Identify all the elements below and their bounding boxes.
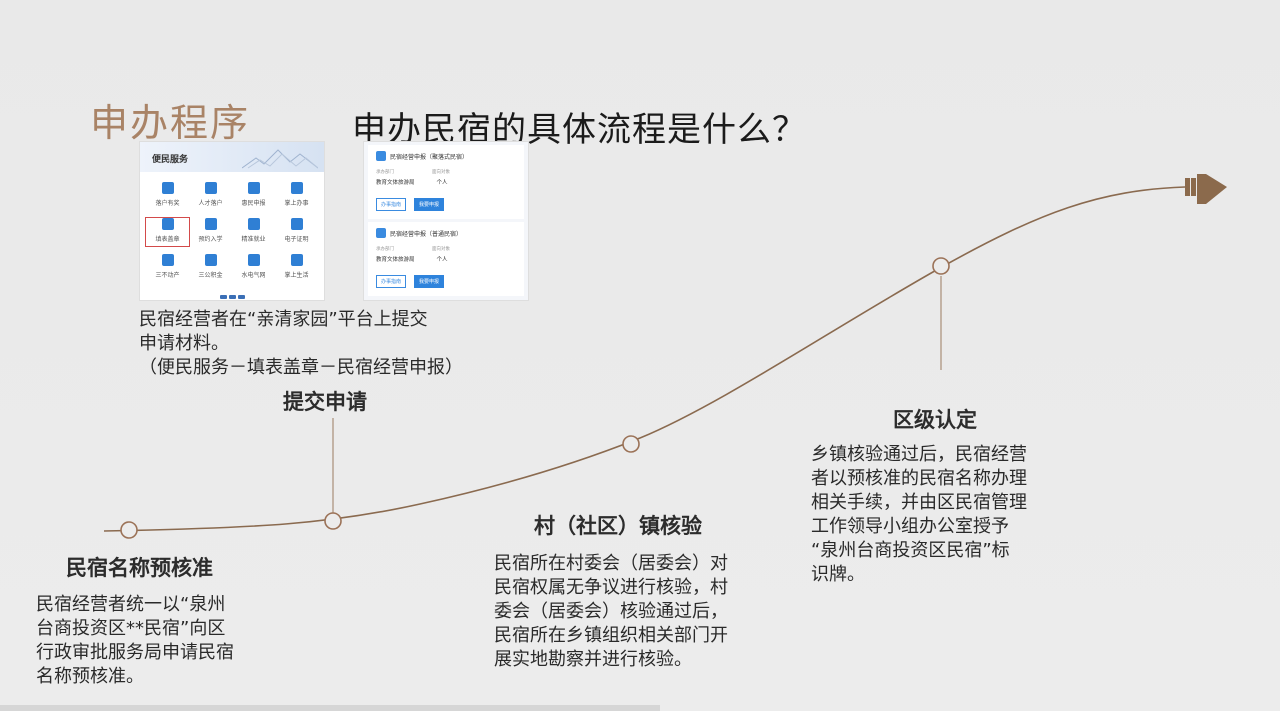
milestone-dot-2 xyxy=(324,512,342,530)
cup-icon xyxy=(290,254,303,266)
service-item[interactable]: 人才落户 xyxy=(189,182,232,210)
step-village-desc: 民宿所在村委会（居委会）对 民宿权属无争议进行核验，村 委会（居委会）核验通过后… xyxy=(494,553,728,670)
section-tag: 申办程序 xyxy=(90,101,251,145)
service-item[interactable]: 惠民申报 xyxy=(232,182,275,210)
service-panel-header: 便民服务 xyxy=(140,142,324,172)
declare-panel-screenshot: 民宿经营申报（聚落式民宿） 承办部门 面向对象 教育文体旅游局 个人 办事指南 我要… xyxy=(363,141,529,301)
utility-icon xyxy=(247,254,260,266)
pagination-dots[interactable] xyxy=(140,284,324,303)
badge-icon xyxy=(247,182,260,194)
form-icon xyxy=(376,228,386,238)
fund-icon xyxy=(204,254,217,266)
declare-card: 民宿经营申报（普通民宿） 承办部门 面向对象 教育文体旅游局 个人 办事指南 我要申… xyxy=(368,222,524,296)
service-item[interactable]: 精准就业 xyxy=(232,218,275,246)
milestone-dot-1 xyxy=(120,521,138,539)
step-prereview-title: 民宿名称预核准 xyxy=(66,556,213,580)
home-icon xyxy=(204,182,217,194)
mountains-icon xyxy=(242,149,318,169)
folder-icon xyxy=(290,182,303,194)
service-item[interactable]: 预约入学 xyxy=(189,218,232,246)
guide-button[interactable]: 办事指南 xyxy=(376,275,406,288)
certificate-icon xyxy=(290,218,303,230)
form-icon xyxy=(376,151,386,161)
step-district-desc: 乡镇核验通过后，民宿经营 者以预核准的民宿名称办理 相关手续，并由区民宿管理 工… xyxy=(811,444,1027,585)
service-item[interactable]: 电子证明 xyxy=(275,218,318,246)
apply-button[interactable]: 我要申报 xyxy=(414,198,444,211)
service-panel-title: 便民服务 xyxy=(152,155,189,165)
stamp-icon xyxy=(161,218,174,230)
bottom-scrollbar[interactable] xyxy=(0,705,660,711)
service-item[interactable]: 水电气网 xyxy=(232,254,275,282)
step-submit-title: 提交申请 xyxy=(283,390,367,414)
step-district-title: 区级认定 xyxy=(893,408,977,432)
milestone-dot-4 xyxy=(932,257,950,275)
handshake-icon xyxy=(247,218,260,230)
arrow-right-icon xyxy=(1185,174,1227,204)
step-prereview-desc: 民宿经营者统一以“泉州 台商投资区**民宿”向区 行政审批服务局申请民宿 名称预… xyxy=(36,594,234,687)
service-item[interactable]: 掌上办事 xyxy=(275,182,318,210)
service-item-selected[interactable]: 填表盖章 xyxy=(145,217,190,247)
service-item[interactable]: 三公积金 xyxy=(189,254,232,282)
apply-button[interactable]: 我要申报 xyxy=(414,275,444,288)
service-panel-screenshot: 便民服务 落户有奖 人才落户 惠民申报 掌上办事 填表盖章 预约入学 精准就业 … xyxy=(139,141,325,301)
declare-card: 民宿经营申报（聚落式民宿） 承办部门 面向对象 教育文体旅游局 个人 办事指南 我要… xyxy=(368,145,524,219)
service-grid: 落户有奖 人才落户 惠民申报 掌上办事 填表盖章 预约入学 精准就业 电子证明 … xyxy=(140,172,324,282)
document-icon xyxy=(161,254,174,266)
building-icon xyxy=(161,182,174,194)
service-item[interactable]: 落户有奖 xyxy=(146,182,189,210)
step-submit-desc: 民宿经营者在“亲清家园”平台上提交 申请材料。 （便民服务－填表盖章－民宿经营申… xyxy=(139,309,463,378)
school-icon xyxy=(204,218,217,230)
milestone-dot-3 xyxy=(622,435,640,453)
service-item[interactable]: 掌上生活 xyxy=(275,254,318,282)
guide-button[interactable]: 办事指南 xyxy=(376,198,406,211)
step-village-title: 村（社区）镇核验 xyxy=(534,514,702,538)
slide: 申办程序 申办民宿的具体流程是什么？ 便民服务 落户有奖 人才落户 惠民申报 掌… xyxy=(0,0,1280,711)
service-item[interactable]: 三不动产 xyxy=(146,254,189,282)
